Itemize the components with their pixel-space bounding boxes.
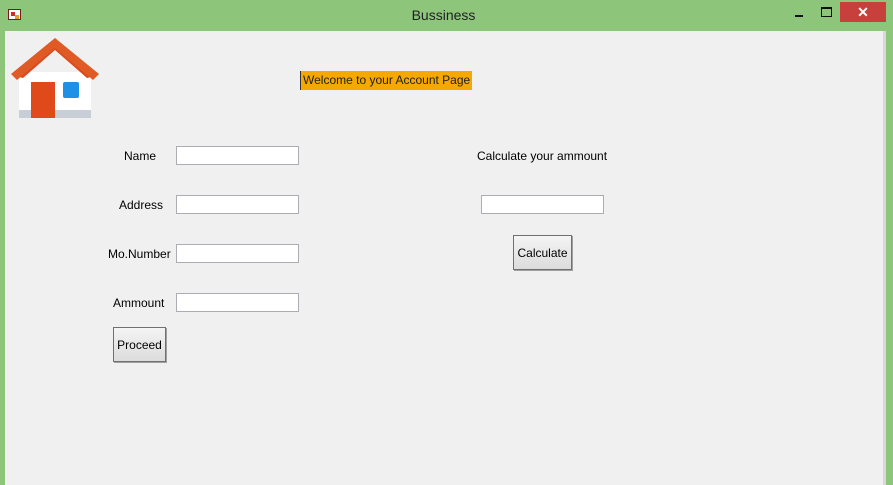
minimize-icon bbox=[795, 14, 803, 17]
minimize-button[interactable] bbox=[786, 2, 812, 21]
title-bar[interactable]: Bussiness ✕ bbox=[0, 0, 893, 31]
maximize-icon bbox=[820, 6, 832, 17]
address-input[interactable] bbox=[176, 195, 299, 214]
maximize-button[interactable] bbox=[813, 2, 839, 21]
calculate-button[interactable]: Calculate bbox=[513, 235, 572, 270]
proceed-button[interactable]: Proceed bbox=[113, 327, 166, 362]
calculate-amount-input[interactable] bbox=[481, 195, 604, 214]
name-label: Name bbox=[124, 149, 157, 163]
calculate-heading: Calculate your ammount bbox=[477, 149, 608, 163]
address-label: Address bbox=[119, 198, 164, 212]
close-button[interactable]: ✕ bbox=[840, 2, 886, 22]
window-border-right bbox=[883, 31, 886, 485]
welcome-banner: Welcome to your Account Page bbox=[300, 71, 473, 90]
window-client-area: Welcome to your Account Page Name Addres… bbox=[5, 31, 886, 485]
amount-input[interactable] bbox=[176, 293, 299, 312]
amount-label: Ammount bbox=[113, 296, 165, 310]
mobile-number-input[interactable] bbox=[176, 244, 299, 263]
home-icon bbox=[11, 38, 99, 118]
name-input[interactable] bbox=[176, 146, 299, 165]
close-icon: ✕ bbox=[857, 3, 869, 20]
mobile-number-label: Mo.Number bbox=[108, 247, 171, 261]
window-title: Bussiness bbox=[411, 7, 476, 23]
